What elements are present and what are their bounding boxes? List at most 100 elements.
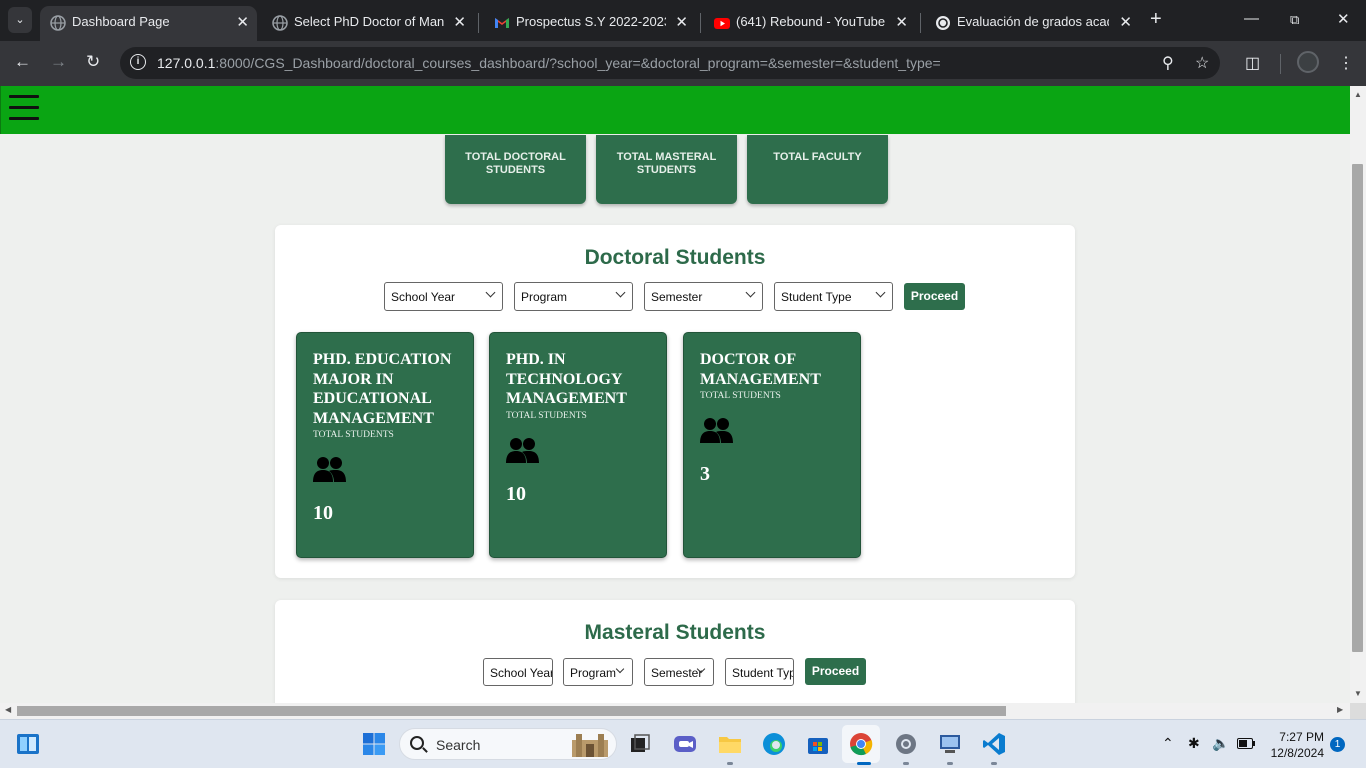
close-window-icon[interactable]: ✕	[1337, 10, 1350, 28]
close-tab-icon[interactable]: ✕	[1119, 13, 1132, 31]
remote-desktop-icon[interactable]	[937, 731, 963, 757]
scrollbar-thumb[interactable]	[1352, 164, 1363, 652]
program-select[interactable]: Program	[563, 658, 633, 686]
tab-search-button[interactable]: ⌄	[8, 7, 32, 33]
reload-icon[interactable]: ↻	[86, 52, 100, 72]
tab-title: Select PhD Doctor of Manag	[294, 14, 444, 29]
bookmark-star-icon[interactable]: ☆	[1195, 53, 1209, 73]
teams-chat-icon[interactable]	[672, 731, 698, 757]
show-hidden-icons-chevron-icon[interactable]: ⌃	[1162, 735, 1174, 752]
stat-card-faculty[interactable]: TOTAL FACULTY	[747, 135, 888, 204]
zoom-icon[interactable]: ⚲	[1162, 53, 1174, 73]
task-view-icon[interactable]	[627, 731, 653, 757]
address-bar[interactable]: i 127.0.0.1:8000/CGS_Dashboard/doctoral_…	[120, 47, 1220, 79]
chrome-icon[interactable]	[848, 731, 874, 757]
scroll-right-icon[interactable]: ▶	[1337, 705, 1343, 714]
doctoral-title: Doctoral Students	[584, 246, 766, 269]
school-year-select[interactable]: School Year	[483, 658, 553, 686]
notification-badge[interactable]: 1	[1330, 737, 1345, 752]
close-tab-icon[interactable]: ✕	[453, 13, 466, 31]
program-name: PHD. EDUCATION MAJOR IN EDUCATIONAL MANA…	[313, 351, 452, 427]
taskbar-clock[interactable]: 7:27 PM 12/8/2024	[1262, 729, 1324, 761]
proceed-button[interactable]: Proceed	[904, 283, 965, 310]
close-tab-icon[interactable]: ✕	[675, 13, 688, 31]
users-icon	[313, 457, 346, 482]
url-text[interactable]: 127.0.0.1:8000/CGS_Dashboard/doctoral_co…	[157, 55, 941, 71]
taskbar-search[interactable]: Search	[399, 728, 617, 760]
microsoft-store-icon[interactable]	[805, 731, 831, 757]
scroll-left-icon[interactable]: ◀	[5, 705, 11, 714]
new-tab-button[interactable]: +	[1150, 8, 1162, 31]
windows-start-icon[interactable]	[361, 731, 387, 757]
stat-label: TOTAL DOCTORAL STUDENTS	[465, 151, 566, 176]
youtube-icon	[714, 18, 730, 29]
tab-select-phd[interactable]: Select PhD Doctor of Manag ✕	[262, 6, 474, 41]
menu-kebab-icon[interactable]: ⋮	[1338, 53, 1354, 73]
select-value: Program	[521, 290, 568, 304]
program-card-tm[interactable]: PHD. IN TECHNOLOGY MANAGEMENT TOTAL STUD…	[489, 332, 667, 558]
stat-card-masteral[interactable]: TOTAL MASTERAL STUDENTS	[596, 135, 737, 204]
tab-evaluacion[interactable]: Evaluación de grados acadé ✕	[925, 6, 1140, 41]
settings-gear-icon[interactable]	[893, 731, 919, 757]
running-indicator	[991, 762, 997, 765]
program-total-label: TOTAL STUDENTS	[700, 391, 781, 401]
program-name: DOCTOR OF MANAGEMENT	[700, 351, 821, 388]
chevron-down-icon	[745, 287, 756, 298]
tab-dashboard-page[interactable]: Dashboard Page ✕	[40, 6, 257, 41]
vscode-icon[interactable]	[981, 731, 1007, 757]
student-type-select[interactable]: Student Typ	[725, 658, 794, 686]
toolbar-separator	[1280, 54, 1281, 74]
chevron-down-icon	[615, 664, 625, 674]
masteral-panel: Masteral Students School Year Program Se…	[275, 600, 1075, 703]
horizontal-scrollbar[interactable]: ◀ ▶	[0, 703, 1350, 719]
minimize-icon[interactable]: —	[1244, 10, 1259, 27]
program-select[interactable]: Program	[514, 282, 633, 311]
program-count: 3	[700, 463, 710, 485]
scroll-up-icon[interactable]: ▲	[1354, 90, 1362, 99]
tab-prospectus[interactable]: Prospectus S.Y 2022-2023 - ✕	[484, 6, 696, 41]
vertical-scrollbar[interactable]: ▲ ▼	[1350, 86, 1366, 703]
proceed-button[interactable]: Proceed	[805, 658, 866, 685]
scroll-down-icon[interactable]: ▼	[1354, 689, 1362, 698]
battery-icon[interactable]	[1237, 738, 1255, 749]
edge-icon[interactable]	[761, 731, 787, 757]
program-total-label: TOTAL STUDENTS	[506, 410, 587, 421]
scrollbar-thumb[interactable]	[17, 706, 1006, 716]
program-card-edm[interactable]: PHD. EDUCATION MAJOR IN EDUCATIONAL MANA…	[296, 332, 474, 558]
program-total-label: TOTAL STUDENTS	[313, 430, 394, 440]
program-card-dm[interactable]: DOCTOR OF MANAGEMENT TOTAL STUDENTS 3	[683, 332, 861, 558]
hamburger-menu-icon[interactable]	[9, 95, 39, 121]
forward-arrow-icon[interactable]: →	[50, 52, 67, 72]
chevron-down-icon	[875, 287, 886, 298]
browser-tab-bar: ⌄ Dashboard Page ✕ Select PhD Doctor of …	[0, 0, 1366, 41]
running-indicator	[727, 762, 733, 765]
select-value: School Year	[391, 290, 456, 304]
profile-avatar[interactable]	[1297, 51, 1319, 73]
program-count: 10	[313, 502, 333, 524]
close-tab-icon[interactable]: ✕	[236, 13, 249, 31]
select-value: Program	[570, 666, 617, 680]
volume-icon[interactable]: 🔈	[1212, 735, 1229, 752]
site-header	[0, 86, 1350, 134]
file-explorer-icon[interactable]	[717, 731, 743, 757]
wifi-icon[interactable]: ✱	[1188, 735, 1200, 752]
chevron-down-icon	[615, 287, 626, 298]
semester-select[interactable]: Semester	[644, 282, 763, 311]
restore-icon[interactable]: ⧉	[1290, 12, 1299, 28]
tab-youtube[interactable]: (641) Rebound - YouTube ✕	[704, 6, 916, 41]
student-type-select[interactable]: Student Type	[774, 282, 893, 311]
close-tab-icon[interactable]: ✕	[895, 13, 908, 31]
tab-title: Dashboard Page	[72, 14, 170, 29]
users-icon	[506, 437, 539, 463]
semester-select[interactable]: Semester	[644, 658, 714, 686]
select-value: Semester	[651, 666, 703, 680]
stat-label: TOTAL MASTERAL STUDENTS	[616, 151, 717, 176]
tab-separator	[920, 13, 921, 33]
stat-card-doctoral[interactable]: TOTAL DOCTORAL STUDENTS	[445, 135, 586, 204]
back-arrow-icon[interactable]: ←	[14, 52, 31, 72]
widgets-icon[interactable]	[15, 731, 41, 757]
search-highlight-icon	[572, 734, 608, 757]
school-year-select[interactable]: School Year	[384, 282, 503, 311]
site-info-icon[interactable]: i	[130, 54, 146, 70]
extensions-icon[interactable]: ◫	[1245, 53, 1260, 73]
